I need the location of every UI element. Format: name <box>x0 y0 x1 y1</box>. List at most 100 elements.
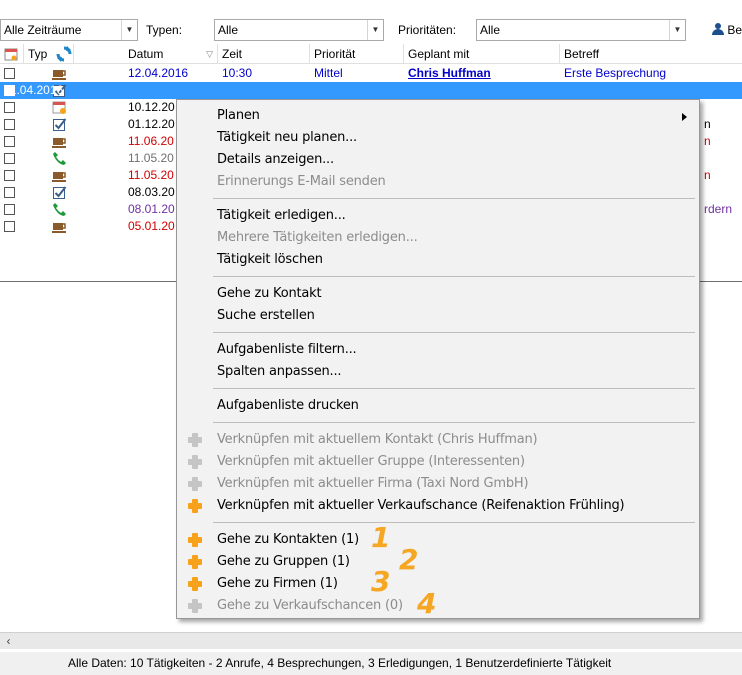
cell-subject <box>700 184 742 201</box>
chevron-left-icon[interactable]: ‹ <box>0 633 17 650</box>
cell-priority: Mittel <box>314 66 343 80</box>
menu-item-spalten[interactable]: Spalten anpassen... <box>177 361 699 383</box>
menu-item-link-kontakt: Verknüpfen mit aktuellem Kontakt (Chris … <box>177 429 699 451</box>
user-filter-button[interactable]: Benu <box>712 19 742 41</box>
column-header-zeit[interactable]: Zeit <box>218 44 310 64</box>
user-icon <box>712 23 724 35</box>
types-value: Alle <box>218 23 239 37</box>
row-checkbox[interactable] <box>4 102 15 113</box>
grid-header: Typ Datum ▽ Zeit Priorität Geplant mit B… <box>0 44 742 64</box>
column-header-datum[interactable]: Datum ▽ <box>124 44 218 64</box>
menu-item-link-gruppe: Verknüpfen mit aktueller Gruppe (Interes… <box>177 451 699 473</box>
menu-item-drucken[interactable]: Aufgabenliste drucken <box>177 395 699 417</box>
table-row[interactable]: 11.04.2016 <box>0 82 742 99</box>
menu-separator <box>213 388 695 389</box>
cell-subject <box>700 150 742 167</box>
phone-icon <box>52 151 67 166</box>
calendar-column-icon[interactable] <box>0 44 24 64</box>
menu-separator <box>213 522 695 523</box>
menu-item-neu-planen[interactable]: Tätigkeit neu planen... <box>177 127 699 149</box>
calendar-icon <box>52 100 67 115</box>
menu-item-link-firma: Verknüpfen mit aktueller Firma (Taxi Nor… <box>177 473 699 495</box>
column-header-typ[interactable]: Typ <box>24 44 74 64</box>
refresh-icon[interactable] <box>56 46 72 62</box>
period-dropdown[interactable]: Alle Zeiträume ▼ <box>0 19 138 41</box>
cell-subject <box>700 99 742 116</box>
menu-item-gehe-zu-firmen[interactable]: Gehe zu Firmen (1) <box>177 573 699 595</box>
column-header-betreff[interactable]: Betreff <box>560 44 742 64</box>
row-checkbox[interactable] <box>4 187 15 198</box>
cell-subject: rdern <box>704 202 733 216</box>
row-checkbox[interactable] <box>4 204 15 215</box>
plus-icon <box>188 499 202 513</box>
menu-item-erinnerung: Erinnerungs E-Mail senden <box>217 174 386 189</box>
cell-subject <box>560 82 742 99</box>
row-checkbox[interactable] <box>4 68 15 79</box>
types-label: Typen: <box>146 23 183 37</box>
column-header-geplant-mit[interactable]: Geplant mit <box>404 44 560 64</box>
toolbar: Alle Zeiträume ▼ Typen: Alle ▼ Priorität… <box>0 0 742 44</box>
menu-item-erledigen[interactable]: Tätigkeit erledigen... <box>177 205 699 227</box>
plus-icon <box>188 455 202 469</box>
priorities-label: Prioritäten: <box>398 23 457 37</box>
chevron-down-icon[interactable]: ▼ <box>121 20 137 40</box>
callout-number: 2 <box>399 543 419 576</box>
menu-item-gehe-zu-verkaufschancen: Gehe zu Verkaufschancen (0) <box>177 595 699 617</box>
context-menu: Planen Tätigkeit neu planen... Details a… <box>176 99 700 619</box>
menu-separator <box>213 198 695 199</box>
priorities-dropdown[interactable]: Alle ▼ <box>476 19 686 41</box>
menu-item-filtern[interactable]: Aufgabenliste filtern... <box>177 339 699 361</box>
menu-item-planen[interactable]: Planen <box>177 105 699 127</box>
cell-subject: n <box>704 168 711 182</box>
column-header-prioritaet[interactable]: Priorität <box>310 44 404 64</box>
menu-separator <box>213 332 695 333</box>
checkmark-icon <box>52 117 67 132</box>
callout-number: 1 <box>371 521 391 554</box>
priorities-value: Alle <box>480 23 501 37</box>
checkmark-icon <box>52 185 67 200</box>
coffee-icon <box>52 168 67 183</box>
cell-subject: n <box>704 117 711 131</box>
plus-icon <box>188 477 202 491</box>
menu-separator <box>213 276 695 277</box>
cell-date: 12.04.2016 <box>128 66 189 80</box>
phone-icon <box>52 202 67 217</box>
period-value: Alle Zeiträume <box>4 23 82 37</box>
chevron-down-icon[interactable]: ▼ <box>367 20 383 40</box>
horizontal-scrollbar[interactable]: ‹ <box>0 632 742 649</box>
cell-priority <box>310 82 404 99</box>
chevron-down-icon[interactable]: ▼ <box>669 20 685 40</box>
plus-icon <box>188 533 202 547</box>
status-bar: Alle Daten: 10 Tätigkeiten - 2 Anrufe, 4… <box>0 652 742 675</box>
coffee-icon <box>52 66 67 81</box>
coffee-icon <box>52 134 67 149</box>
row-checkbox[interactable] <box>4 221 15 232</box>
contact-link[interactable]: Chris Huffman <box>408 66 491 80</box>
cell-contact: Chris Huffman <box>404 65 560 82</box>
menu-item-gehe-zu-gruppen[interactable]: Gehe zu Gruppen (1) <box>177 551 699 573</box>
table-row[interactable]: 12.04.2016 10:30 Mittel Chris Huffman Erste … <box>0 65 742 82</box>
menu-item-loeschen[interactable]: Tätigkeit löschen <box>177 249 699 271</box>
menu-item-details[interactable]: Details anzeigen... <box>177 149 699 171</box>
cell-subject: Erste Besprechung <box>564 66 667 80</box>
cell-subject: n <box>704 134 711 148</box>
menu-item-suche-erstellen[interactable]: Suche erstellen <box>177 305 699 327</box>
plus-icon <box>188 555 202 569</box>
cell-date: 11.04.2016 <box>4 83 64 97</box>
menu-item-gehe-zu-kontakt[interactable]: Gehe zu Kontakt <box>177 283 699 305</box>
row-checkbox[interactable] <box>4 119 15 130</box>
row-checkbox[interactable] <box>4 153 15 164</box>
menu-item-gehe-zu-kontakten[interactable]: Gehe zu Kontakten (1) <box>177 529 699 551</box>
menu-item-link-verkaufschance[interactable]: Verknüpfen mit aktueller Verkaufschance … <box>177 495 699 517</box>
callout-number: 3 <box>371 565 391 598</box>
row-checkbox[interactable] <box>4 136 15 147</box>
menu-separator <box>213 422 695 423</box>
callout-number: 4 <box>417 587 437 620</box>
submenu-arrow-icon <box>682 113 687 121</box>
row-checkbox[interactable] <box>4 170 15 181</box>
types-dropdown[interactable]: Alle ▼ <box>214 19 384 41</box>
menu-item-mehrere-erledigen: Mehrere Tätigkeiten erledigen... <box>217 230 418 245</box>
cell-time <box>218 82 310 99</box>
plus-icon <box>188 433 202 447</box>
coffee-icon <box>52 219 67 234</box>
